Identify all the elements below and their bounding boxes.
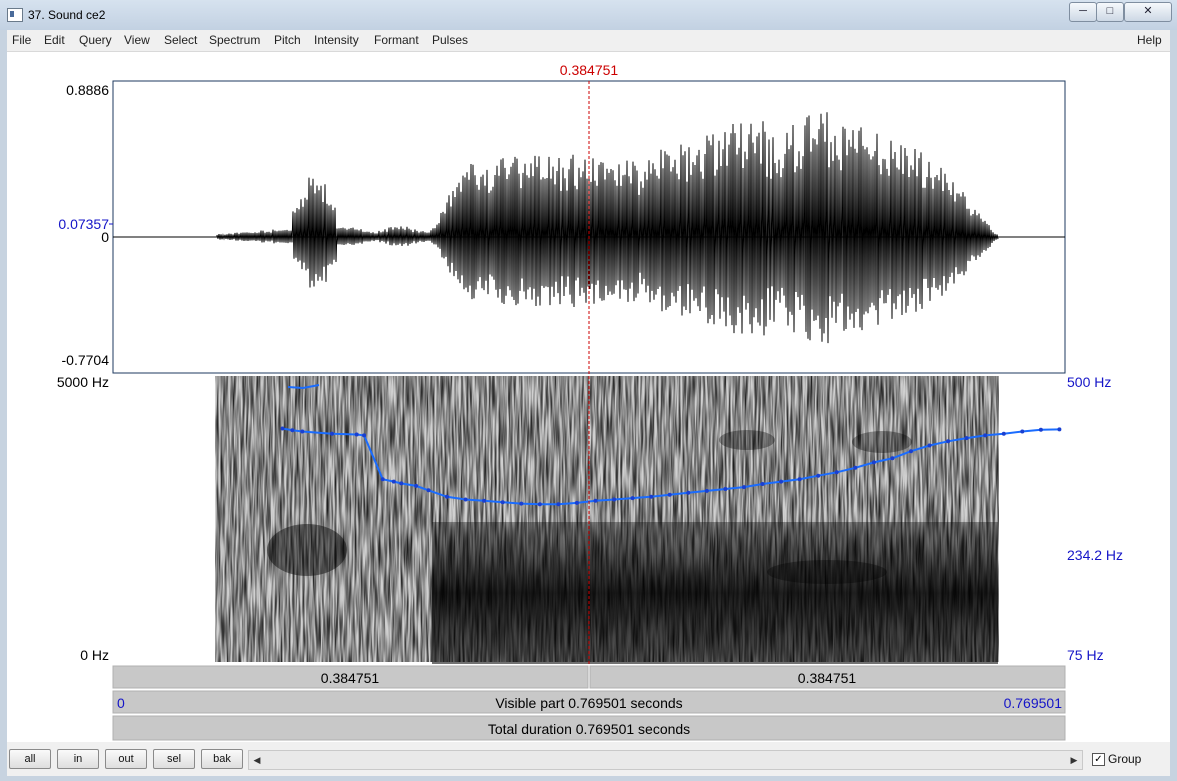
pitch-point <box>290 428 295 433</box>
pitch-point <box>362 433 367 438</box>
pitch-point <box>482 498 487 503</box>
pitch-point <box>983 433 988 438</box>
waveform-min-label: -0.7704 <box>62 352 110 368</box>
menu-intensity[interactable]: Intensity <box>314 33 359 47</box>
title-bar: 37. Sound ce2 ─ □ ✕ <box>0 0 1177 30</box>
close-button[interactable]: ✕ <box>1124 2 1172 22</box>
sound-editor-canvas[interactable]: 0.384751 0.8886 0.07357 0 -0.7704 5000 H… <box>7 52 1170 742</box>
total-duration-label: Total duration 0.769501 seconds <box>488 721 690 737</box>
window-title: 37. Sound ce2 <box>28 8 106 22</box>
pitch-point <box>742 485 746 490</box>
visible-start-label: 0 <box>117 695 125 711</box>
pitch-point <box>574 500 579 505</box>
spectrogram-top-label: 5000 Hz <box>57 374 109 390</box>
pitch-point <box>556 502 561 507</box>
pitch-point <box>593 498 598 503</box>
sound-window-icon <box>7 8 23 22</box>
pitch-point <box>890 456 895 461</box>
spectrogram-bottom-label: 0 Hz <box>80 647 109 663</box>
pitch-point <box>391 479 396 484</box>
pitch-point <box>280 426 285 431</box>
menu-pitch[interactable]: Pitch <box>274 33 301 47</box>
pitch-point <box>779 479 784 484</box>
pitch-point <box>946 439 951 444</box>
pitch-point <box>871 460 876 465</box>
pitch-point <box>612 497 617 502</box>
menu-pulses[interactable]: Pulses <box>432 33 468 47</box>
pitch-point <box>445 494 449 499</box>
pitch-point <box>414 483 419 488</box>
pitch-point <box>500 500 505 505</box>
menu-view[interactable]: View <box>124 33 150 47</box>
menu-bar: File Edit Query View Select Spectrum Pit… <box>7 30 1170 52</box>
scroll-left-arrow-icon[interactable]: ◀ <box>249 751 265 769</box>
pitch-point <box>964 436 969 441</box>
pitch-point <box>649 494 654 499</box>
minimize-button[interactable]: ─ <box>1069 2 1097 22</box>
pitch-point <box>330 431 334 436</box>
pitch-point <box>426 488 431 493</box>
group-checkbox[interactable]: ✓ <box>1092 753 1105 766</box>
pitch-point <box>463 497 468 502</box>
spectrogram-image <box>215 376 999 664</box>
pitch-point <box>686 490 691 495</box>
cursor-time-label: 0.384751 <box>560 62 619 78</box>
pitch-bottom-label: 75 Hz <box>1067 647 1104 663</box>
pitch-point <box>797 477 802 482</box>
pitch-point <box>519 501 524 506</box>
pitch-point <box>399 481 404 486</box>
menu-query[interactable]: Query <box>79 33 112 47</box>
pitch-point <box>909 449 913 454</box>
app-window: 37. Sound ce2 ─ □ ✕ File Edit Query View… <box>0 0 1177 781</box>
pitch-point <box>630 496 635 501</box>
pitch-point <box>1057 427 1062 432</box>
pitch-point <box>1001 431 1006 436</box>
visible-end-label: 0.769501 <box>1004 695 1063 711</box>
menu-formant[interactable]: Formant <box>374 33 419 47</box>
time-scrollbar[interactable]: ◀ ▶ <box>248 750 1083 770</box>
visible-part-label: Visible part 0.769501 seconds <box>495 695 682 711</box>
pitch-point <box>537 502 542 507</box>
zoom-selection-button[interactable]: sel <box>153 749 195 769</box>
pitch-point <box>354 432 359 437</box>
pitch-point <box>300 429 305 434</box>
pitch-point <box>760 482 765 486</box>
pitch-point <box>1020 429 1025 434</box>
waveform-zero-label: 0 <box>101 229 109 245</box>
zoom-all-button[interactable]: all <box>9 749 51 769</box>
bottom-toolbar: all in out sel bak ◀ ▶ ✓ Group <box>7 743 1170 776</box>
pitch-cursor-label: 234.2 Hz <box>1067 547 1123 563</box>
pitch-point <box>723 487 728 491</box>
pitch-top-label: 500 Hz <box>1067 374 1111 390</box>
pitch-point <box>667 492 672 497</box>
pitch-point <box>1038 427 1043 432</box>
right-segment-label: 0.384751 <box>798 670 857 686</box>
pitch-point <box>927 443 932 448</box>
left-segment-label: 0.384751 <box>321 670 380 686</box>
sound-editor-svg[interactable]: 0.384751 0.8886 0.07357 0 -0.7704 5000 H… <box>7 52 1170 742</box>
menu-select[interactable]: Select <box>164 33 197 47</box>
pitch-point <box>834 470 839 475</box>
zoom-in-button[interactable]: in <box>57 749 99 769</box>
menu-spectrum[interactable]: Spectrum <box>209 33 260 47</box>
waveform-max-label: 0.8886 <box>66 82 109 98</box>
pitch-point <box>853 465 858 470</box>
pitch-point <box>816 473 821 478</box>
zoom-out-button[interactable]: out <box>105 749 147 769</box>
editor-client-area: File Edit Query View Select Spectrum Pit… <box>7 30 1170 776</box>
menu-edit[interactable]: Edit <box>44 33 65 47</box>
menu-help[interactable]: Help <box>1137 33 1162 47</box>
pitch-point <box>380 477 385 482</box>
scroll-right-arrow-icon[interactable]: ▶ <box>1066 751 1082 769</box>
group-label: Group <box>1108 752 1142 766</box>
maximize-button[interactable]: □ <box>1096 2 1124 22</box>
pitch-point <box>704 488 709 493</box>
zoom-back-button[interactable]: bak <box>201 749 243 769</box>
menu-file[interactable]: File <box>12 33 31 47</box>
